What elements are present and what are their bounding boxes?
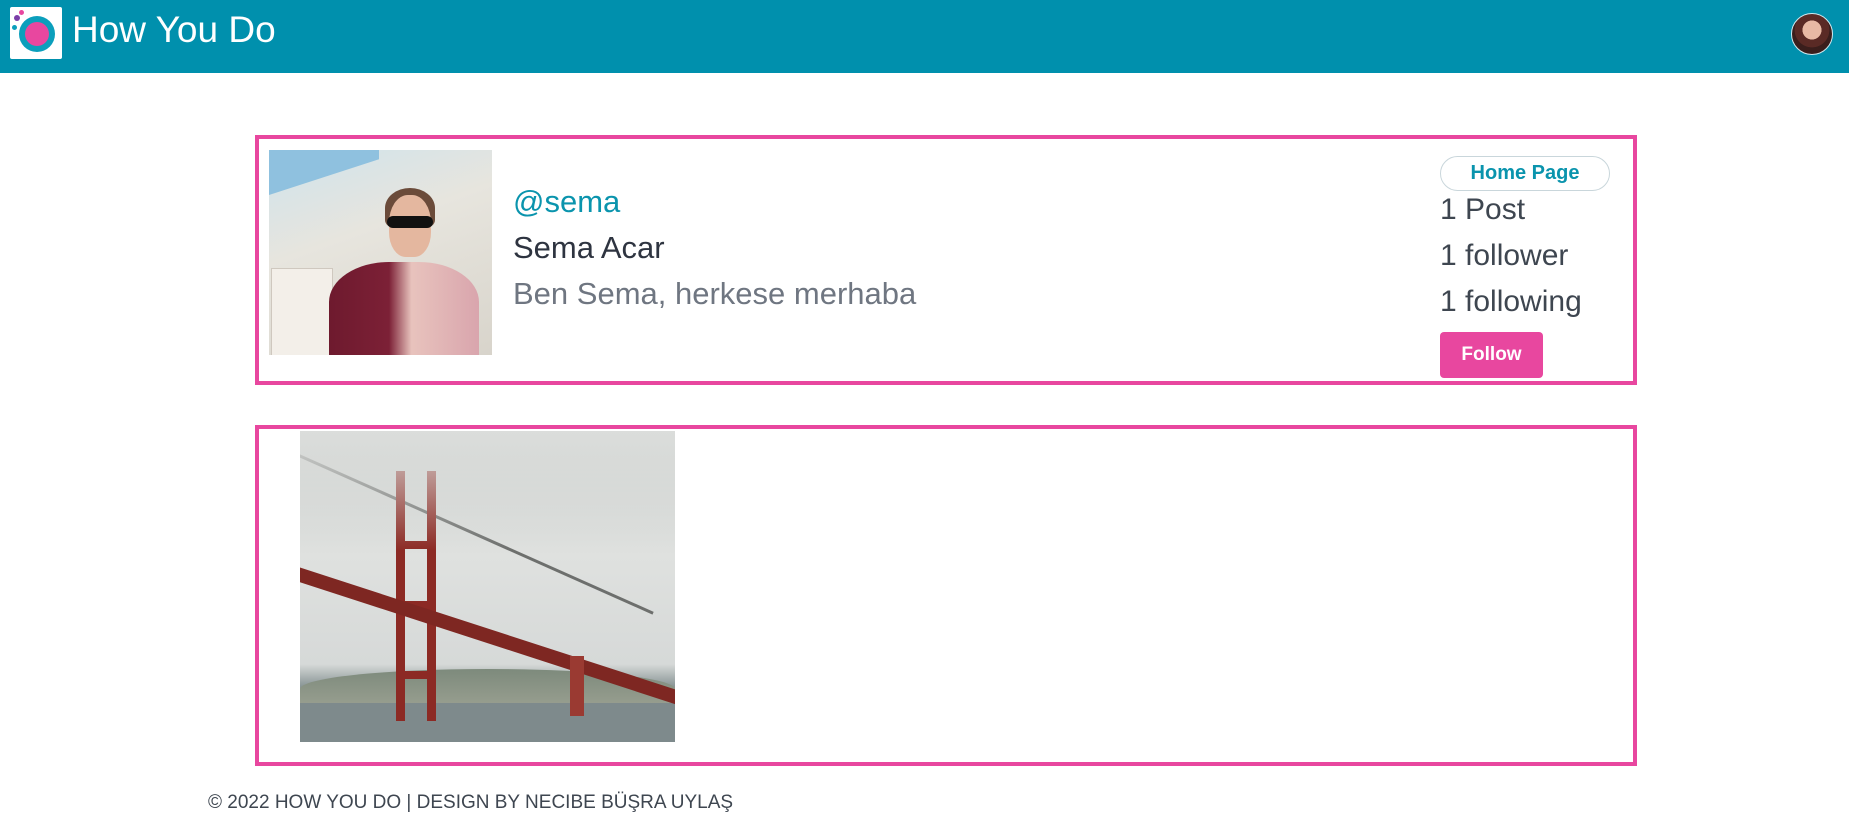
brand-title[interactable]: How You Do (72, 8, 276, 52)
profile-full-name: Sema Acar (513, 230, 665, 265)
photo-far-tower (570, 656, 584, 716)
posts-card (255, 425, 1637, 766)
logo-inner-circle (25, 22, 49, 46)
home-page-button[interactable]: Home Page (1440, 156, 1610, 191)
top-navbar: How You Do (0, 0, 1849, 73)
photo-tower-bar (396, 671, 436, 679)
profile-card: @sema Sema Acar Ben Sema, herkese merhab… (255, 135, 1637, 385)
followers-count[interactable]: 1 follower (1440, 238, 1568, 274)
posts-count: 1 Post (1440, 193, 1526, 226)
profile-username: @sema (513, 184, 621, 219)
logo-dot (12, 25, 17, 30)
logo-dot (19, 10, 24, 15)
following-count[interactable]: 1 following (1440, 284, 1582, 320)
logo-dot (14, 15, 20, 21)
photo-shopping-bag (271, 268, 333, 355)
photo-fog (300, 431, 675, 551)
photo-sunglasses (387, 216, 433, 228)
photo-sky (269, 150, 379, 195)
profile-bio: Ben Sema, herkese merhaba (513, 276, 917, 311)
how-you-do-logo-icon[interactable] (10, 7, 62, 59)
profile-photo (269, 150, 492, 355)
photo-coat (329, 262, 479, 355)
photo-water (300, 703, 675, 742)
follow-button[interactable]: Follow (1440, 332, 1543, 378)
post-image-golden-gate-bridge[interactable] (300, 431, 675, 742)
user-avatar-icon[interactable] (1791, 13, 1833, 55)
footer-credit: © 2022 HOW YOU DO | DESIGN BY NECIBE BÜŞ… (208, 792, 734, 813)
